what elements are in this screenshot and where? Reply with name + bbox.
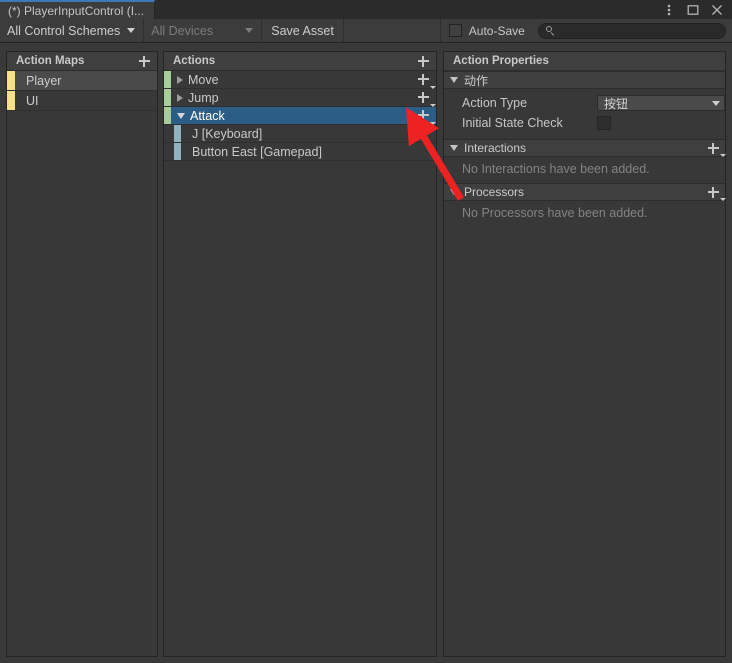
add-processor-button[interactable]: [704, 184, 726, 201]
binding-label: Button East [Gamepad]: [192, 144, 322, 159]
section-header-interactions[interactable]: Interactions: [444, 139, 726, 157]
add-interaction-button[interactable]: [704, 140, 726, 157]
section-body-action: Action Type 按钮 Initial State Check: [444, 89, 725, 139]
action-label: Jump: [188, 90, 219, 105]
action-row-jump[interactable]: Jump: [164, 89, 436, 107]
section-title-interactions: Interactions: [464, 141, 527, 155]
save-asset-button[interactable]: Save Asset: [262, 19, 344, 42]
action-properties-title: Action Properties: [453, 55, 549, 67]
actions-list: Move Jump Attack J [Keyboard] Button Eas…: [164, 71, 436, 161]
search-input[interactable]: [537, 22, 726, 39]
action-map-label: Player: [26, 73, 62, 88]
plus-icon: [138, 55, 150, 67]
chevron-right-icon[interactable]: [177, 75, 183, 84]
plus-icon: [417, 92, 429, 103]
action-properties-header: Action Properties: [444, 52, 725, 71]
actions-title: Actions: [173, 55, 216, 67]
foldout-triangle-icon[interactable]: [450, 145, 458, 151]
foldout-triangle-icon[interactable]: [450, 189, 458, 195]
search-container: [534, 19, 732, 42]
asset-tab[interactable]: (*) PlayerInputControl (I...: [0, 0, 156, 19]
binding-color-indicator: [174, 125, 181, 142]
section-header-processors[interactable]: Processors: [444, 183, 726, 201]
section-title-processors: Processors: [464, 185, 525, 199]
plus-icon: [707, 186, 719, 198]
editor-toolbar: All Control Schemes All Devices Save Ass…: [0, 19, 732, 43]
add-action-map-button[interactable]: [135, 53, 153, 69]
action-type-value: 按钮: [604, 96, 629, 111]
initial-state-check-checkbox[interactable]: [597, 116, 611, 130]
window-controls: [662, 0, 728, 19]
action-type-row: Action Type 按钮: [444, 93, 725, 113]
actions-panel: Actions Move Jump Attack J [Keyboard] Bu…: [163, 51, 437, 657]
action-maps-panel: Action Maps Player UI: [6, 51, 158, 657]
section-title-action: 动作: [464, 73, 489, 88]
action-row-attack[interactable]: Attack: [164, 107, 436, 125]
interactions-empty-note: No Interactions have been added.: [462, 162, 650, 176]
chevron-down-icon[interactable]: [177, 112, 185, 119]
plus-icon: [417, 74, 429, 85]
plus-icon: [707, 142, 719, 154]
attack-action-add-binding-button[interactable]: [414, 108, 436, 125]
map-color-indicator: [7, 71, 15, 90]
devices-dropdown[interactable]: All Devices: [144, 19, 263, 42]
control-schemes-dropdown[interactable]: All Control Schemes: [0, 19, 145, 42]
search-icon: [545, 26, 555, 35]
plus-icon: [417, 110, 429, 121]
action-color-indicator: [164, 89, 171, 106]
add-action-button[interactable]: [414, 53, 432, 69]
binding-row-keyboard[interactable]: J [Keyboard]: [164, 125, 436, 143]
chevron-down-icon: [127, 28, 136, 33]
add-binding-button[interactable]: [414, 72, 436, 89]
add-binding-button[interactable]: [414, 90, 436, 107]
action-map-label: UI: [26, 93, 39, 108]
section-header-action[interactable]: 动作: [444, 71, 725, 89]
auto-save-checkbox[interactable]: [448, 24, 462, 37]
window-title-bar: (*) PlayerInputControl (I...: [0, 0, 732, 20]
more-options-icon[interactable]: [662, 3, 676, 17]
action-maps-title: Action Maps: [16, 55, 85, 67]
action-label: Attack: [190, 108, 225, 123]
auto-save-label: Auto-Save: [468, 23, 525, 38]
foldout-triangle-icon[interactable]: [450, 77, 458, 83]
chevron-down-icon: [720, 154, 726, 157]
initial-state-check-label: Initial State Check: [462, 116, 563, 130]
action-label: Move: [188, 72, 219, 87]
toolbar-spacer: [344, 19, 441, 42]
action-maps-header: Action Maps: [7, 52, 157, 71]
close-icon[interactable]: [710, 3, 724, 17]
action-type-label: Action Type: [462, 96, 528, 110]
action-color-indicator: [164, 107, 171, 124]
plus-icon: [417, 55, 429, 67]
binding-row-gamepad[interactable]: Button East [Gamepad]: [164, 143, 436, 161]
action-properties-panel: Action Properties 动作 Action Type 按钮 Init…: [443, 51, 726, 657]
auto-save-toggle[interactable]: Auto-Save: [441, 19, 534, 42]
action-maps-list: Player UI: [7, 71, 157, 111]
map-color-indicator: [7, 91, 15, 110]
initial-state-check-row: Initial State Check: [444, 113, 725, 133]
chevron-down-icon: [720, 198, 726, 201]
actions-header: Actions: [164, 52, 436, 71]
action-type-dropdown[interactable]: 按钮: [597, 95, 725, 111]
maximize-icon[interactable]: [686, 3, 700, 17]
chevron-down-icon: [245, 28, 254, 33]
binding-label: J [Keyboard]: [192, 126, 263, 141]
action-row-move[interactable]: Move: [164, 71, 436, 89]
processors-empty-note: No Processors have been added.: [462, 206, 648, 220]
action-color-indicator: [164, 71, 171, 88]
chevron-down-icon: [712, 100, 720, 106]
chevron-right-icon[interactable]: [177, 93, 183, 102]
input-actions-editor-window: (*) PlayerInputControl (I... All Control…: [0, 0, 732, 663]
control-schemes-label: All Control Schemes: [7, 23, 121, 38]
binding-color-indicator: [174, 143, 181, 160]
devices-label: All Devices: [151, 23, 214, 38]
action-map-item-player[interactable]: Player: [7, 71, 157, 91]
action-map-item-ui[interactable]: UI: [7, 91, 157, 111]
